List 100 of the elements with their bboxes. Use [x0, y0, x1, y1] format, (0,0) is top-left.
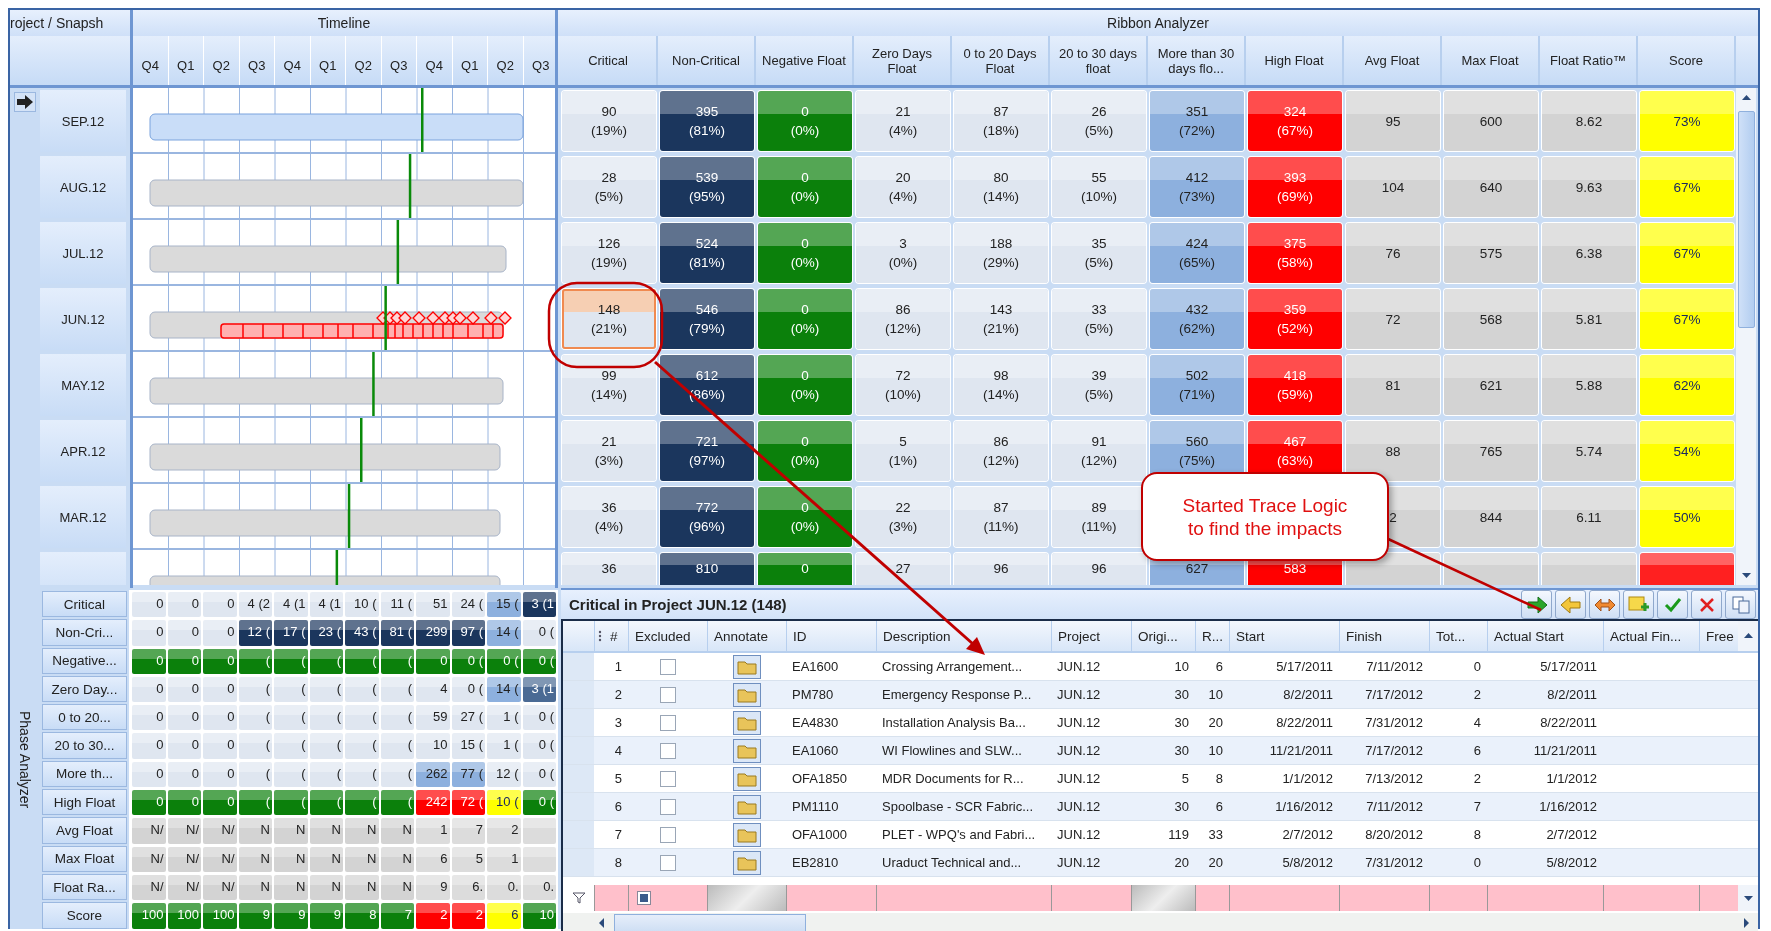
- phase-cell[interactable]: (: [238, 733, 272, 759]
- ribbon-cell[interactable]: 5.81: [1542, 289, 1636, 349]
- ribbon-cell[interactable]: 539 (95%): [660, 157, 754, 217]
- phase-cell[interactable]: (: [380, 790, 414, 816]
- filter-field[interactable]: [1603, 885, 1699, 911]
- phase-cell[interactable]: N: [380, 846, 414, 872]
- ribbon-cell[interactable]: 395 (81%): [660, 91, 754, 151]
- phase-cell[interactable]: 4 (1: [274, 592, 308, 618]
- ribbon-cell[interactable]: 359 (52%): [1248, 289, 1342, 349]
- column-header[interactable]: R...: [1195, 621, 1229, 651]
- ribbon-cell[interactable]: 143 (21%): [954, 289, 1048, 349]
- phase-cell[interactable]: 0: [132, 648, 166, 674]
- phase-cell[interactable]: 0 (: [451, 648, 485, 674]
- ribbon-cell[interactable]: 91 (12%): [1052, 421, 1146, 481]
- column-header[interactable]: High Float: [1246, 36, 1344, 85]
- phase-cell[interactable]: 0: [167, 761, 201, 788]
- phase-cell[interactable]: N/: [203, 846, 237, 872]
- filter-field[interactable]: [594, 885, 628, 911]
- ribbon-cell[interactable]: 73%: [1640, 91, 1734, 151]
- phase-cell[interactable]: 6: [416, 846, 450, 872]
- phase-cell[interactable]: N: [309, 846, 343, 872]
- row-header[interactable]: More th...: [42, 760, 127, 788]
- column-header[interactable]: Negative Float: [756, 36, 854, 85]
- column-header[interactable]: Annotate: [707, 621, 786, 651]
- column-header[interactable]: Float Ratio™: [1540, 36, 1638, 85]
- row-header[interactable]: Non-Cri...: [42, 619, 127, 646]
- ribbon-cell[interactable]: 27: [856, 553, 950, 585]
- column-header[interactable]: Max Float: [1442, 36, 1540, 85]
- phase-cell[interactable]: (: [309, 761, 343, 788]
- phase-cell[interactable]: 15 (: [487, 592, 521, 618]
- phase-cell[interactable]: 43 (: [345, 620, 379, 646]
- ribbon-cell[interactable]: 418 (59%): [1248, 355, 1342, 415]
- phase-cell[interactable]: 0 (: [522, 733, 556, 759]
- ribbon-cell[interactable]: 5 (1%): [856, 421, 950, 481]
- phase-cell[interactable]: 1: [487, 846, 521, 872]
- ribbon-cell[interactable]: 3 (0%): [856, 223, 950, 283]
- checkbox[interactable]: [659, 854, 676, 871]
- checkbox[interactable]: [659, 826, 676, 843]
- row-header[interactable]: Score: [42, 902, 127, 929]
- ribbon-cell[interactable]: 81: [1346, 355, 1440, 415]
- phase-cell[interactable]: 100: [167, 903, 201, 929]
- ribbon-cell[interactable]: 0 (0%): [758, 289, 852, 349]
- phase-cell[interactable]: 12 (: [238, 620, 272, 646]
- phase-cell[interactable]: 1 (: [487, 733, 521, 759]
- phase-cell[interactable]: 0: [203, 705, 237, 731]
- phase-cell[interactable]: 4 (1: [309, 592, 343, 618]
- ribbon-cell[interactable]: 412 (73%): [1150, 157, 1244, 217]
- ribbon-cell[interactable]: 810: [660, 553, 754, 585]
- phase-cell[interactable]: 0: [203, 676, 237, 703]
- ribbon-cell[interactable]: 33 (5%): [1052, 289, 1146, 349]
- phase-cell[interactable]: 0: [132, 620, 166, 646]
- ribbon-cell[interactable]: 844: [1444, 487, 1538, 547]
- ribbon-cell[interactable]: [1640, 553, 1734, 585]
- ribbon-cell[interactable]: 21 (4%): [856, 91, 950, 151]
- ribbon-cell[interactable]: 80 (14%): [954, 157, 1048, 217]
- ribbon-cell[interactable]: 568: [1444, 289, 1538, 349]
- ribbon-cell[interactable]: 9.63: [1542, 157, 1636, 217]
- ribbon-cell[interactable]: 104: [1346, 157, 1440, 217]
- phase-cell[interactable]: 262: [416, 761, 450, 788]
- row-selector[interactable]: [563, 821, 594, 848]
- phase-cell[interactable]: 2: [416, 903, 450, 929]
- ribbon-cell[interactable]: 0 (0%): [758, 355, 852, 415]
- ribbon-cell[interactable]: 39 (5%): [1052, 355, 1146, 415]
- row-header[interactable]: Float Ra...: [42, 873, 127, 901]
- phase-cell[interactable]: N: [238, 874, 272, 901]
- phase-cell[interactable]: 2: [487, 818, 521, 844]
- ribbon-cell[interactable]: 721 (97%): [660, 421, 754, 481]
- filter-checkbox[interactable]: [637, 891, 651, 905]
- row-selector[interactable]: [563, 681, 594, 708]
- ribbon-cell[interactable]: 640: [1444, 157, 1538, 217]
- column-header[interactable]: More than 30 days flo...: [1148, 36, 1246, 85]
- phase-cell[interactable]: 9: [274, 903, 308, 929]
- phase-cell[interactable]: (: [238, 676, 272, 703]
- row-selector[interactable]: [563, 765, 594, 792]
- ribbon-cell[interactable]: 600: [1444, 91, 1538, 151]
- phase-cell[interactable]: 10: [416, 733, 450, 759]
- phase-cell[interactable]: 51: [416, 592, 450, 618]
- row-header[interactable]: Negative...: [42, 647, 127, 674]
- filter-field[interactable]: [1429, 885, 1487, 911]
- ribbon-cell[interactable]: 55 (10%): [1052, 157, 1146, 217]
- phase-cell[interactable]: (: [309, 648, 343, 674]
- ribbon-cell[interactable]: 50%: [1640, 487, 1734, 547]
- column-header[interactable]: Avg Float: [1344, 36, 1442, 85]
- phase-cell[interactable]: (: [380, 676, 414, 703]
- ribbon-cell[interactable]: 54%: [1640, 421, 1734, 481]
- row-selector[interactable]: [563, 653, 594, 680]
- phase-cell[interactable]: N: [238, 818, 272, 844]
- phase-cell[interactable]: 7: [451, 818, 485, 844]
- phase-cell[interactable]: (: [309, 676, 343, 703]
- phase-cell[interactable]: 14 (: [487, 676, 521, 703]
- ribbon-cell[interactable]: 765: [1444, 421, 1538, 481]
- filter-field[interactable]: [1195, 885, 1229, 911]
- ribbon-cell[interactable]: 99 (14%): [562, 355, 656, 415]
- phase-cell[interactable]: N: [309, 874, 343, 901]
- column-header[interactable]: Excluded: [628, 621, 707, 651]
- phase-cell[interactable]: (: [345, 648, 379, 674]
- filter-field[interactable]: [1487, 885, 1603, 911]
- vertical-scrollbar[interactable]: [1736, 88, 1756, 585]
- column-header[interactable]: Score: [1638, 36, 1736, 85]
- row-header[interactable]: Critical: [42, 591, 127, 618]
